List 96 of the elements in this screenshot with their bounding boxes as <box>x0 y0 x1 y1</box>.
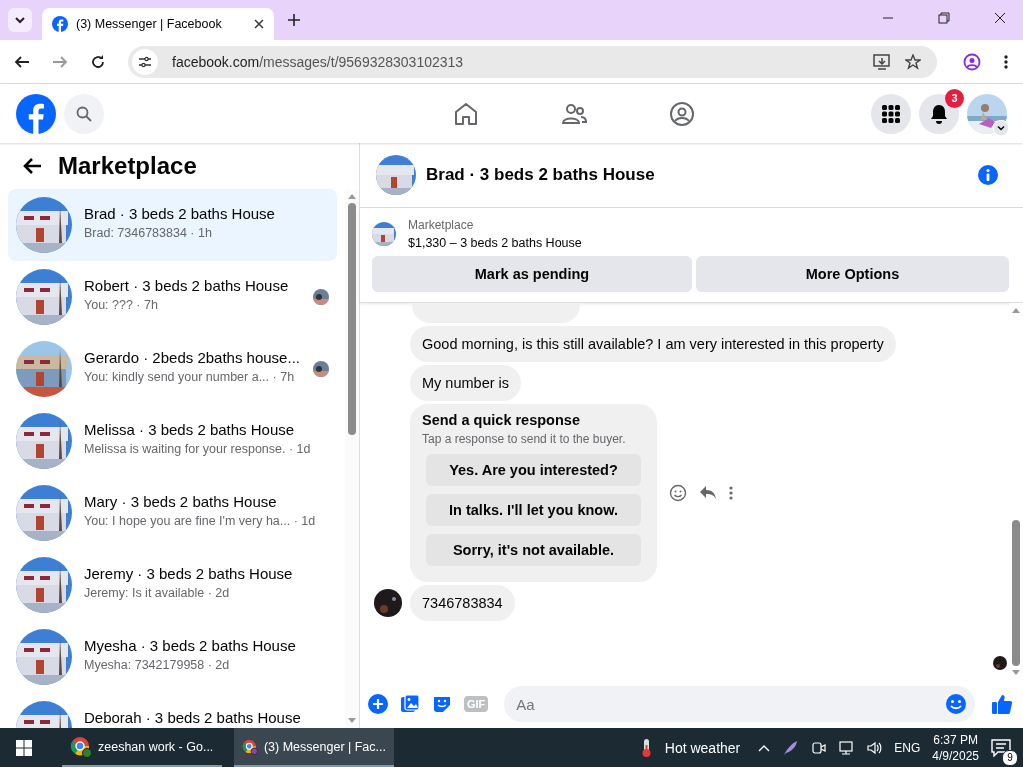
listing-label: Marketplace <box>408 218 475 232</box>
scrollbar-thumb[interactable] <box>1012 520 1020 666</box>
language-indicator[interactable]: ENG <box>894 740 921 755</box>
conversation-title: Robert · 3 beds 2 baths House <box>84 277 290 294</box>
facebook-logo-icon[interactable] <box>16 93 56 134</box>
smiley-icon[interactable] <box>669 484 687 502</box>
quick-reply-button[interactable]: In talks. I'll let you know. <box>426 494 641 526</box>
star-icon[interactable] <box>905 53 921 70</box>
conversation-item[interactable]: Robert · 3 beds 2 baths House You: ??? · 7h <box>8 261 337 333</box>
message-bubble: Good morning, is this still available? I am very interested in this property <box>410 326 896 362</box>
conversation-item[interactable]: Myesha · 3 beds 2 baths House Myesha: 7342179958 · 2d <box>8 621 337 693</box>
forward-icon[interactable] <box>52 53 68 70</box>
quick-reply-button[interactable]: Yes. Are you interested? <box>426 454 641 486</box>
message-preview: Myesha: 7342179958 · 2d <box>84 658 231 672</box>
url-text: facebook.com/messages/t/9569328303102313 <box>172 53 464 70</box>
taskbar-app[interactable]: zeeshan work - Go... <box>62 728 222 767</box>
conversation-title: Deborah · 3 beds 2 baths House <box>84 709 302 726</box>
conversation-title: Brad · 3 beds 2 baths House <box>84 205 276 222</box>
message-preview: Brad: 7346783834 · 1h <box>84 226 213 240</box>
conversation-title: Mary · 3 beds 2 baths House <box>84 493 278 510</box>
notification-count: 3 <box>945 88 964 108</box>
like-icon[interactable] <box>991 693 1013 715</box>
listing-title[interactable]: $1,330 – 3 beds 2 baths House <box>408 236 582 250</box>
message-preview: You: kindly send your number a... · 7h <box>84 370 296 384</box>
taskbar-app[interactable]: (3) Messenger | Fac... <box>234 728 394 767</box>
search-button[interactable] <box>64 93 104 134</box>
bell-icon <box>929 103 949 124</box>
tab-search-button[interactable] <box>8 8 32 32</box>
browser-tab[interactable]: (3) Messenger | Facebook <box>42 8 274 40</box>
card-hint: Tap a response to send it to the buyer. <box>422 432 627 446</box>
home-icon[interactable] <box>452 100 479 127</box>
scroll-up-icon[interactable] <box>348 193 356 199</box>
feather-icon[interactable] <box>782 739 799 756</box>
back-arrow-icon[interactable] <box>22 157 42 175</box>
profile-icon[interactable] <box>963 52 981 71</box>
photo-icon[interactable] <box>400 694 420 714</box>
scroll-up-icon[interactable] <box>1012 307 1020 313</box>
reply-icon[interactable] <box>699 485 717 501</box>
volume-icon[interactable] <box>866 739 883 756</box>
address-bar[interactable]: facebook.com/messages/t/9569328303102313 <box>128 45 937 78</box>
add-icon[interactable] <box>368 694 388 714</box>
notification-count: 9 <box>1002 749 1018 766</box>
restore-icon[interactable] <box>938 12 950 24</box>
facebook-logo-icon <box>52 16 68 32</box>
conversation-item[interactable]: Gerardo · 2beds 2baths house... You: kindly send your number a... · 7h <box>8 333 337 405</box>
camera-icon[interactable] <box>810 739 827 756</box>
weather-text[interactable]: Hot weather <box>664 739 741 756</box>
back-icon[interactable] <box>14 53 30 70</box>
scroll-down-icon[interactable] <box>348 718 356 724</box>
install-app-icon[interactable] <box>873 53 891 70</box>
clock[interactable]: 6:37 PM 4/9/2025 <box>932 731 979 764</box>
quick-reply-button[interactable]: Sorry, it's not available. <box>426 534 641 566</box>
message-preview: Jeremy: Is it available · 2d <box>84 586 231 600</box>
new-tab-icon[interactable] <box>288 14 300 26</box>
grid-menu-icon <box>881 103 901 124</box>
scrollbar[interactable] <box>345 189 359 728</box>
info-icon[interactable] <box>977 164 999 186</box>
conversation-title: Melissa · 3 beds 2 baths House <box>84 421 296 438</box>
menu-icon[interactable] <box>1003 53 1009 70</box>
listing-action-button[interactable]: Mark as pending <box>372 256 692 292</box>
message-bubble: My number is <box>410 365 522 401</box>
message-input[interactable]: Aa <box>504 686 975 722</box>
chevron-up-icon[interactable] <box>758 743 771 752</box>
reload-icon[interactable] <box>90 53 106 70</box>
conversation-item[interactable]: Brad · 3 beds 2 baths House Brad: 7346783834 · 1h <box>8 189 337 261</box>
chevron-down-icon <box>997 123 1005 132</box>
card-title: Send a quick response <box>422 412 581 428</box>
conversation-title: Jeremy · 3 beds 2 baths House <box>84 565 294 582</box>
groups-icon[interactable] <box>668 100 695 127</box>
conversation-title: Brad · 3 beds 2 baths House <box>426 165 655 185</box>
more-icon[interactable] <box>729 485 733 501</box>
conversation-item[interactable]: Jeremy · 3 beds 2 baths House Jeremy: Is it available · 2d <box>8 549 337 621</box>
conversation-title: Myesha · 3 beds 2 baths House <box>84 637 297 654</box>
search-icon <box>76 105 92 122</box>
conversation-item[interactable]: Melissa · 3 beds 2 baths House Melissa is waiting for your response. · 1d <box>8 405 337 477</box>
browser-icon <box>70 735 92 758</box>
network-icon[interactable] <box>838 739 855 756</box>
message-preview: You: ??? · 7h <box>84 298 159 312</box>
sticker-icon[interactable] <box>432 694 452 714</box>
site-settings-icon[interactable] <box>138 54 152 69</box>
conversation-item[interactable]: Mary · 3 beds 2 baths House You: I hope you are fine I'm very ha... · 1d <box>8 477 337 549</box>
scrollbar-thumb[interactable] <box>348 203 356 435</box>
message-preview: Melissa is waiting for your response. · 1d <box>84 442 312 456</box>
listing-action-button[interactable]: More Options <box>696 256 1009 292</box>
message-bubble: 7346783834 <box>410 585 515 621</box>
close-icon[interactable] <box>254 19 264 29</box>
chevron-down-icon <box>14 14 26 26</box>
menu-button[interactable] <box>871 93 911 134</box>
scroll-down-icon[interactable] <box>1012 670 1020 676</box>
close-window-icon[interactable] <box>994 12 1006 24</box>
emoji-icon[interactable] <box>945 693 967 715</box>
message-preview: You: I hope you are fine I'm very ha... · 1d <box>84 514 317 528</box>
conversation-title: Gerardo · 2beds 2baths house... <box>84 349 301 366</box>
section-title: Marketplace <box>58 152 197 180</box>
windows-start-icon[interactable] <box>16 739 32 756</box>
notifications-button[interactable] <box>919 93 959 134</box>
